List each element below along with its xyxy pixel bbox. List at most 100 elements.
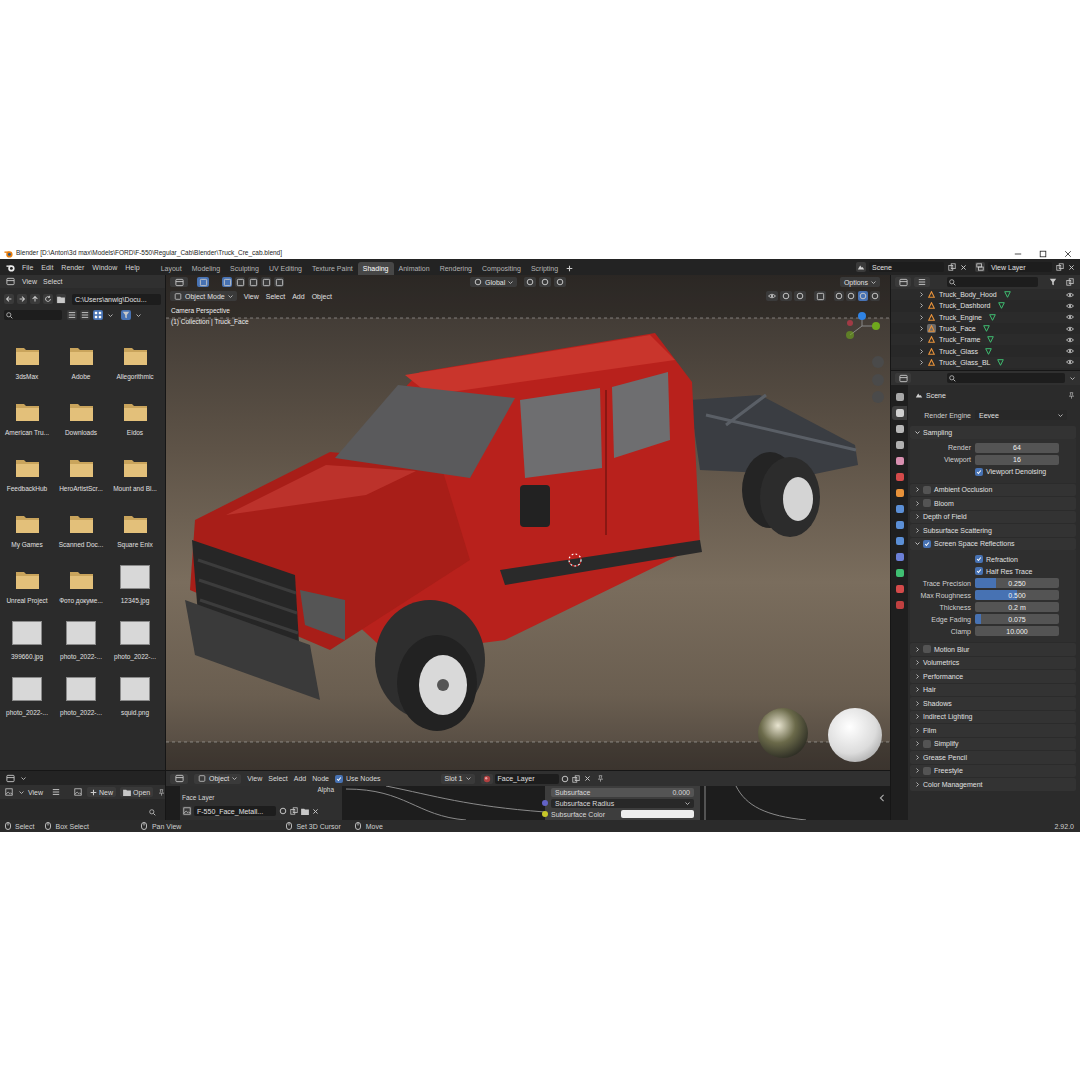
chevron-down-icon[interactable] (18, 787, 24, 797)
properties-tab[interactable] (892, 486, 907, 500)
checkbox-field[interactable]: Refraction (975, 555, 1018, 563)
outliner-row[interactable]: Truck_Dashbord (891, 300, 1080, 311)
panel-header[interactable]: Performance (910, 670, 1076, 683)
pivot-icon[interactable] (524, 277, 536, 287)
panel-header[interactable]: Simplify (910, 738, 1076, 751)
checkbox[interactable] (923, 540, 931, 548)
menu-item[interactable]: View (244, 293, 259, 300)
menu-item[interactable]: Select (266, 293, 285, 300)
zoom-icon[interactable] (148, 808, 157, 817)
menu-item[interactable]: View (22, 278, 37, 285)
chevron-down-icon[interactable] (106, 310, 114, 320)
copy-icon[interactable] (947, 262, 956, 272)
socket-dropdown[interactable]: Subsurface Radius (551, 799, 694, 808)
new-folder-icon[interactable] (56, 294, 66, 304)
slider[interactable]: 0.250 (975, 578, 1059, 588)
principled-bsdf-node[interactable]: Subsurface0.000Subsurface RadiusSubsurfa… (545, 786, 700, 820)
checkbox[interactable] (975, 567, 983, 575)
chevron-down-icon[interactable] (134, 310, 142, 320)
3d-viewport[interactable]: GlobalOptionsObject ModeViewSelectAddObj… (166, 275, 890, 770)
close-icon[interactable] (959, 262, 968, 272)
workspace-tab[interactable]: Modeling (187, 262, 225, 275)
properties-tab[interactable] (892, 518, 907, 532)
close-icon[interactable] (1055, 248, 1080, 259)
select-mode-icon[interactable] (248, 277, 258, 287)
workspace-tab[interactable]: Scripting (526, 262, 563, 275)
file-item[interactable]: Фото докуме... (54, 553, 108, 609)
editor-type-icon[interactable] (4, 277, 16, 287)
checkbox[interactable] (975, 555, 983, 563)
file-item[interactable]: Unreal Project (0, 553, 54, 609)
chevron-down-icon[interactable] (20, 773, 26, 783)
expand-arrow-icon[interactable] (918, 359, 924, 365)
number-field[interactable]: 16 (975, 455, 1059, 465)
material-field[interactable]: Face_Layer (495, 774, 559, 784)
scene-field[interactable]: Scene (869, 262, 944, 272)
select-mode-icon[interactable] (222, 277, 232, 287)
select-tool-icon[interactable] (197, 277, 209, 287)
render-engine-dropdown[interactable]: Eevee (975, 410, 1067, 420)
menu-item[interactable]: Help (121, 264, 143, 271)
panel-header[interactable]: Color Management (910, 778, 1076, 791)
maximize-icon[interactable] (1030, 248, 1055, 259)
file-item[interactable]: photo_2022-... (108, 609, 162, 665)
file-item[interactable]: Square Enix (108, 497, 162, 553)
wireframe-shading-icon[interactable] (834, 291, 844, 301)
select-mode-icon[interactable] (274, 277, 284, 287)
outliner-row[interactable]: Truck_Body_Hood (891, 289, 1080, 300)
outliner-search[interactable] (947, 277, 1038, 287)
expand-arrow-icon[interactable] (918, 292, 924, 298)
close-icon[interactable] (1067, 262, 1076, 272)
menu-item[interactable]: Select (268, 775, 287, 782)
mode-dropdown[interactable]: Object Mode (170, 291, 237, 301)
workspace-tab[interactable]: Layout (156, 262, 187, 275)
outliner-row[interactable]: Truck_Engine (891, 312, 1080, 323)
eye-icon[interactable] (1065, 313, 1074, 322)
properties-tab[interactable] (892, 454, 907, 468)
solid-shading-icon[interactable] (846, 291, 856, 301)
pin-icon[interactable] (1067, 391, 1076, 400)
search-field[interactable] (4, 310, 62, 320)
close-icon[interactable] (583, 774, 592, 784)
copy-icon[interactable] (572, 774, 581, 784)
path-field[interactable]: C:\Users\anwig\Docu... (72, 294, 161, 305)
slot-dropdown[interactable]: Slot 1 (441, 774, 475, 784)
menu-item[interactable]: Add (292, 293, 304, 300)
view-icon[interactable] (4, 787, 14, 797)
menu-item[interactable]: Edit (37, 264, 57, 271)
panel-header[interactable]: Ambient Occlusion (910, 484, 1076, 497)
expand-arrow-icon[interactable] (918, 326, 924, 332)
folder-icon[interactable] (300, 806, 309, 816)
select-mode-icon[interactable] (235, 277, 245, 287)
slider[interactable]: 0.075 (975, 614, 1059, 624)
pin-icon[interactable] (596, 774, 605, 784)
file-item[interactable]: Mount and Bl... (108, 441, 162, 497)
scene-icon[interactable] (856, 262, 866, 272)
panel-header[interactable]: Film (910, 724, 1076, 737)
panel-header[interactable]: Grease Pencil (910, 751, 1076, 764)
outliner-row[interactable]: Truck_Glass_BL (891, 357, 1080, 368)
properties-tab[interactable] (892, 470, 907, 484)
file-item[interactable]: Allegorithmic (108, 329, 162, 385)
refresh-icon[interactable] (43, 294, 53, 304)
eye-icon[interactable] (1065, 335, 1074, 344)
visibility-icon[interactable] (766, 291, 778, 301)
file-item[interactable]: 12345.jpg (108, 553, 162, 609)
list-view-icon[interactable] (67, 310, 77, 320)
use-nodes-toggle[interactable]: Use Nodes (335, 775, 381, 783)
properties-search[interactable] (947, 373, 1065, 383)
color-swatch[interactable] (621, 810, 694, 818)
file-item[interactable]: American Tru... (0, 385, 54, 441)
menu-item[interactable]: Node (312, 775, 329, 782)
menu-item[interactable]: Render (57, 264, 88, 271)
socket-slider[interactable]: Subsurface0.000 (551, 788, 694, 797)
workspace-tab[interactable]: Texture Paint (307, 262, 358, 275)
new-button[interactable]: New (87, 787, 116, 797)
back-icon[interactable] (4, 294, 14, 304)
file-item[interactable]: 3dsMax (0, 329, 54, 385)
workspace-tab[interactable]: Rendering (435, 262, 477, 275)
panel-header[interactable]: Shadows (910, 697, 1076, 710)
workspace-tab[interactable]: Animation (394, 262, 435, 275)
file-item[interactable]: Downloads (54, 385, 108, 441)
editor-type-icon[interactable] (4, 773, 16, 783)
